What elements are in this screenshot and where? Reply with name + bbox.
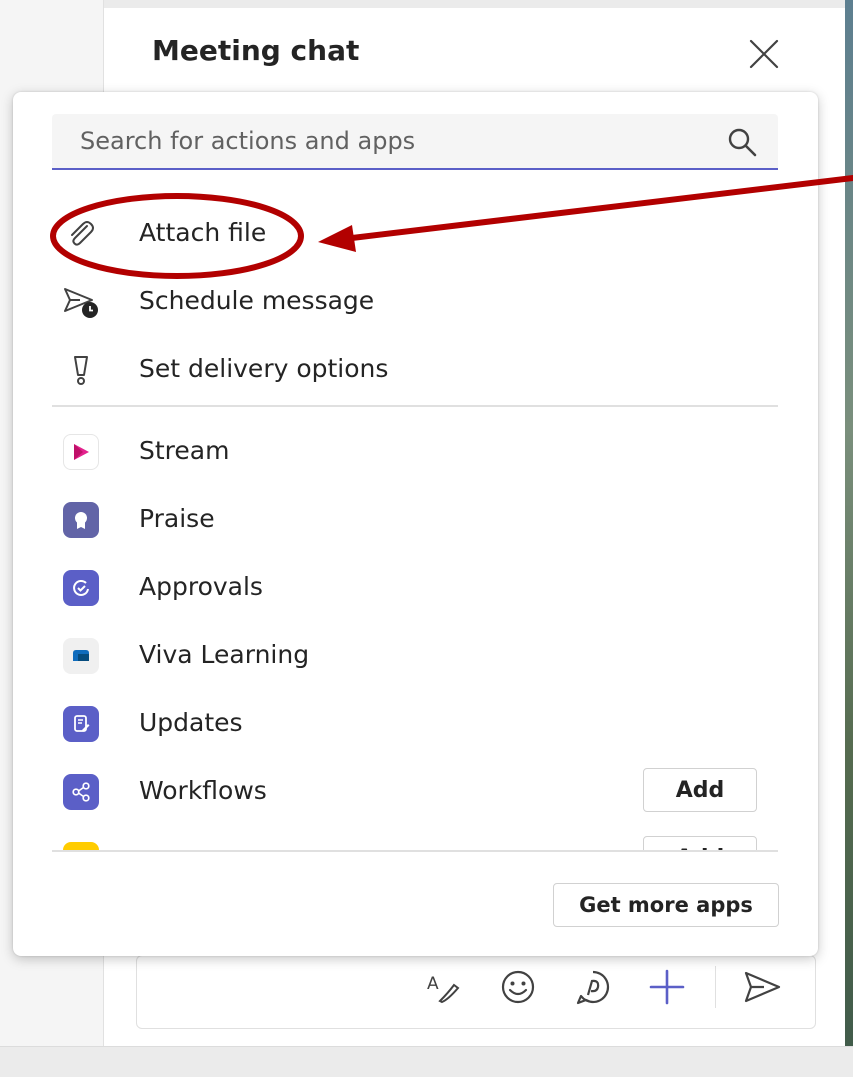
app-item-praise[interactable]: Praise [52, 487, 778, 551]
add-workflows-button[interactable]: Add [643, 768, 757, 812]
approvals-app-icon [62, 569, 100, 607]
app-item-workflows[interactable]: Workflows Add [52, 759, 778, 823]
app-label: Approvals [139, 572, 263, 601]
format-icon[interactable]: A [424, 965, 464, 1009]
app-item-viva-learning[interactable]: Viva Learning [52, 623, 778, 687]
action-schedule-message[interactable]: Schedule message [52, 269, 778, 333]
viva-learning-app-icon [62, 637, 100, 675]
section-divider [52, 405, 778, 407]
action-label: Attach file [139, 218, 267, 247]
app-label: Updates [139, 708, 243, 737]
window-bottom-edge [0, 1046, 853, 1077]
search-icon[interactable] [726, 126, 758, 158]
important-icon [62, 351, 100, 389]
app-item-partial[interactable]: Add [52, 827, 778, 852]
stream-app-icon [62, 433, 100, 471]
loop-icon[interactable] [573, 965, 613, 1009]
app-item-updates[interactable]: Updates [52, 691, 778, 755]
app-item-approvals[interactable]: Approvals [52, 555, 778, 619]
app-label: Workflows [139, 776, 267, 805]
praise-app-icon [62, 501, 100, 539]
updates-app-icon [62, 705, 100, 743]
apps-list: Stream Praise Approvals Viva Learning Up… [13, 422, 818, 852]
get-more-apps-button[interactable]: Get more apps [553, 883, 779, 927]
action-set-delivery-options[interactable]: Set delivery options [52, 337, 778, 401]
action-label: Set delivery options [139, 354, 389, 383]
paperclip-icon [62, 215, 100, 253]
compose-box[interactable] [136, 955, 816, 1029]
app-label: Praise [139, 504, 215, 533]
emoji-icon[interactable] [498, 965, 538, 1009]
chat-title: Meeting chat [152, 34, 360, 67]
compose-divider [715, 966, 716, 1008]
footer-divider [52, 850, 778, 852]
search-box[interactable] [52, 114, 778, 170]
close-icon[interactable] [744, 34, 784, 74]
search-input[interactable] [52, 114, 712, 168]
workflows-app-icon [62, 773, 100, 811]
send-icon[interactable] [742, 965, 782, 1009]
action-attach-file[interactable]: Attach file [52, 201, 778, 265]
app-label: Stream [139, 436, 230, 465]
actions-and-apps-popup: Attach file Schedule message Set deliver… [13, 92, 818, 956]
window-top-edge [0, 0, 853, 8]
action-label: Schedule message [139, 286, 375, 315]
send-clock-icon [62, 283, 100, 321]
video-background-edge [845, 0, 853, 1076]
svg-text:A: A [427, 974, 439, 994]
app-item-stream[interactable]: Stream [52, 422, 778, 483]
add-icon[interactable] [647, 965, 687, 1009]
app-label: Viva Learning [139, 640, 310, 669]
